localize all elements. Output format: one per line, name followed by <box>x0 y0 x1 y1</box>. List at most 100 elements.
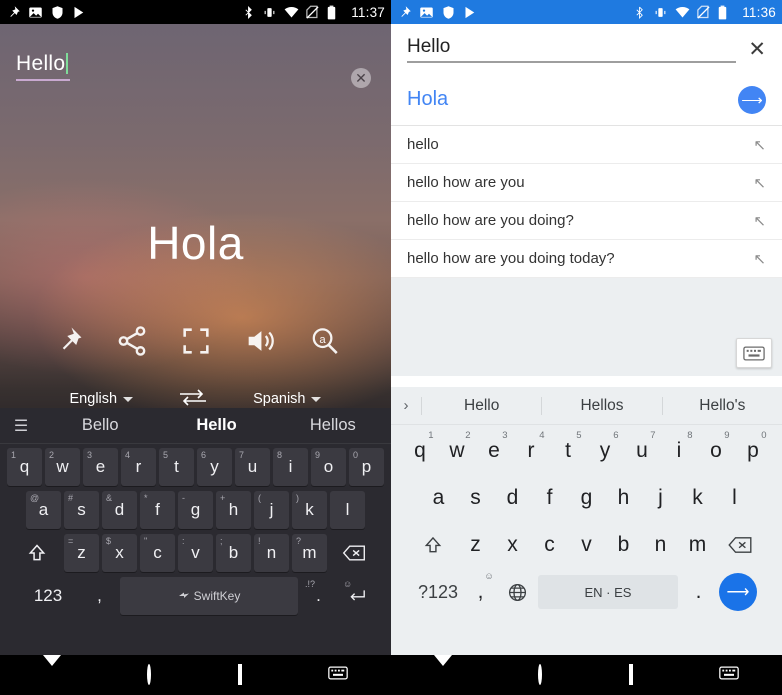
key-t[interactable]: 5t <box>552 430 585 471</box>
key-t[interactable]: 5t <box>159 448 194 486</box>
key-c[interactable]: " c <box>140 534 175 572</box>
source-text-input[interactable]: Hello <box>16 52 71 81</box>
key-z[interactable]: = z <box>64 534 99 572</box>
source-language-selector[interactable]: English <box>70 391 134 407</box>
suggestion-1[interactable]: Hello <box>158 416 274 435</box>
key-s[interactable]: # s <box>64 491 99 529</box>
pin-icon[interactable] <box>51 324 85 358</box>
comma-emoji-key[interactable]: ☺ , <box>464 571 497 612</box>
key-e[interactable]: 3e <box>478 430 511 471</box>
key-o[interactable]: 9o <box>700 430 733 471</box>
space-key[interactable]: SwiftKey <box>120 577 298 615</box>
key-w[interactable]: 2w <box>45 448 80 486</box>
key-i[interactable]: 8i <box>663 430 696 471</box>
shift-icon[interactable] <box>411 525 455 565</box>
suggestion-1[interactable]: Hellos <box>541 396 661 415</box>
key-a[interactable]: @ a <box>26 491 61 529</box>
key-m[interactable]: ? m <box>292 534 327 572</box>
period-key[interactable]: .!? . <box>301 577 336 615</box>
key-y[interactable]: 6y <box>197 448 232 486</box>
key-s[interactable]: s <box>459 478 492 518</box>
key-r[interactable]: 4r <box>121 448 156 486</box>
send-arrow-icon[interactable]: ⟶ <box>719 573 757 611</box>
key-g[interactable]: -g <box>178 491 213 529</box>
key-v[interactable]: v <box>570 525 603 565</box>
key-g[interactable]: g <box>570 478 603 518</box>
enter-icon[interactable]: ☺ <box>339 577 374 615</box>
suggestion-2[interactable]: Hellos <box>275 416 391 435</box>
globe-icon[interactable] <box>501 572 534 612</box>
symbols-key[interactable]: ?123 <box>416 572 460 612</box>
key-k[interactable]: ) k <box>292 491 327 529</box>
key-p[interactable]: 0p <box>349 448 384 486</box>
key-q[interactable]: 1q <box>7 448 42 486</box>
backspace-icon[interactable] <box>330 534 378 572</box>
key-a[interactable]: a <box>422 478 455 518</box>
suggestion-2[interactable]: Hello's <box>661 396 782 415</box>
shift-icon[interactable] <box>13 534 61 572</box>
key-j[interactable]: j <box>644 478 677 518</box>
key-i[interactable]: 8i <box>273 448 308 486</box>
key-n[interactable]: ! n <box>254 534 289 572</box>
arrow-up-left-icon[interactable]: ↖ <box>753 212 766 230</box>
key-o[interactable]: 9o <box>311 448 346 486</box>
swap-languages-icon[interactable] <box>177 388 209 410</box>
key-f[interactable]: * f <box>140 491 175 529</box>
key-w[interactable]: 2w <box>441 430 474 471</box>
clear-input-button[interactable]: ✕ <box>351 68 371 88</box>
key-q[interactable]: 1q <box>404 430 437 471</box>
speaker-icon[interactable] <box>243 324 277 358</box>
translation-result-row[interactable]: Hola ⟶ <box>391 74 782 126</box>
key-v[interactable]: :v <box>178 534 213 572</box>
key-d[interactable]: d <box>496 478 529 518</box>
key-d[interactable]: & d <box>102 491 137 529</box>
comma-key[interactable]: , <box>82 577 117 615</box>
search-suggestion-0[interactable]: hello ↖ <box>391 126 782 164</box>
arrow-up-left-icon[interactable]: ↖ <box>753 136 766 154</box>
keyboard-icon[interactable] <box>328 666 348 685</box>
target-language-selector[interactable]: Spanish <box>253 391 322 407</box>
key-m[interactable]: m <box>681 525 714 565</box>
recents-icon[interactable] <box>628 664 633 685</box>
key-l[interactable]: l <box>330 491 365 529</box>
arrow-up-left-icon[interactable]: ↖ <box>753 174 766 192</box>
key-c[interactable]: c <box>533 525 566 565</box>
suggestion-0[interactable]: Bello <box>42 416 158 435</box>
close-icon[interactable]: ✕ <box>736 37 766 62</box>
home-icon[interactable] <box>147 664 152 685</box>
home-icon[interactable] <box>538 664 543 685</box>
backspace-icon[interactable] <box>718 525 762 565</box>
search-suggestion-1[interactable]: hello how are you ↖ <box>391 164 782 202</box>
arrow-right-icon[interactable]: ⟶ <box>738 85 766 114</box>
space-key[interactable]: EN · ES <box>538 575 678 609</box>
key-r[interactable]: 4r <box>515 430 548 471</box>
key-l[interactable]: l <box>718 478 751 518</box>
key-h[interactable]: + h <box>216 491 251 529</box>
copy-a-icon[interactable]: a <box>307 324 341 358</box>
key-n[interactable]: n <box>644 525 677 565</box>
key-f[interactable]: f <box>533 478 566 518</box>
key-p[interactable]: 0p <box>737 430 770 471</box>
suggestion-0[interactable]: Hello <box>421 396 541 415</box>
period-key[interactable]: . <box>682 572 715 612</box>
key-x[interactable]: $ x <box>102 534 137 572</box>
key-b[interactable]: ; b <box>216 534 251 572</box>
hamburger-icon[interactable]: ☰ <box>0 416 42 436</box>
key-z[interactable]: z <box>459 525 492 565</box>
recents-icon[interactable] <box>237 664 242 685</box>
share-icon[interactable] <box>115 324 149 358</box>
key-k[interactable]: k <box>681 478 714 518</box>
chevron-right-icon[interactable]: › <box>391 397 421 414</box>
keyboard-icon[interactable] <box>719 666 739 685</box>
back-icon[interactable] <box>43 655 62 684</box>
key-u[interactable]: 7u <box>235 448 270 486</box>
search-input[interactable]: Hello <box>407 36 737 63</box>
keyboard-icon[interactable] <box>736 338 772 368</box>
key-b[interactable]: b <box>607 525 640 565</box>
key-y[interactable]: 6y <box>589 430 622 471</box>
key-j[interactable]: (j <box>254 491 289 529</box>
search-suggestion-2[interactable]: hello how are you doing? ↖ <box>391 202 782 240</box>
numbers-key[interactable]: 123 <box>17 577 79 615</box>
key-h[interactable]: h <box>607 478 640 518</box>
key-e[interactable]: 3e <box>83 448 118 486</box>
